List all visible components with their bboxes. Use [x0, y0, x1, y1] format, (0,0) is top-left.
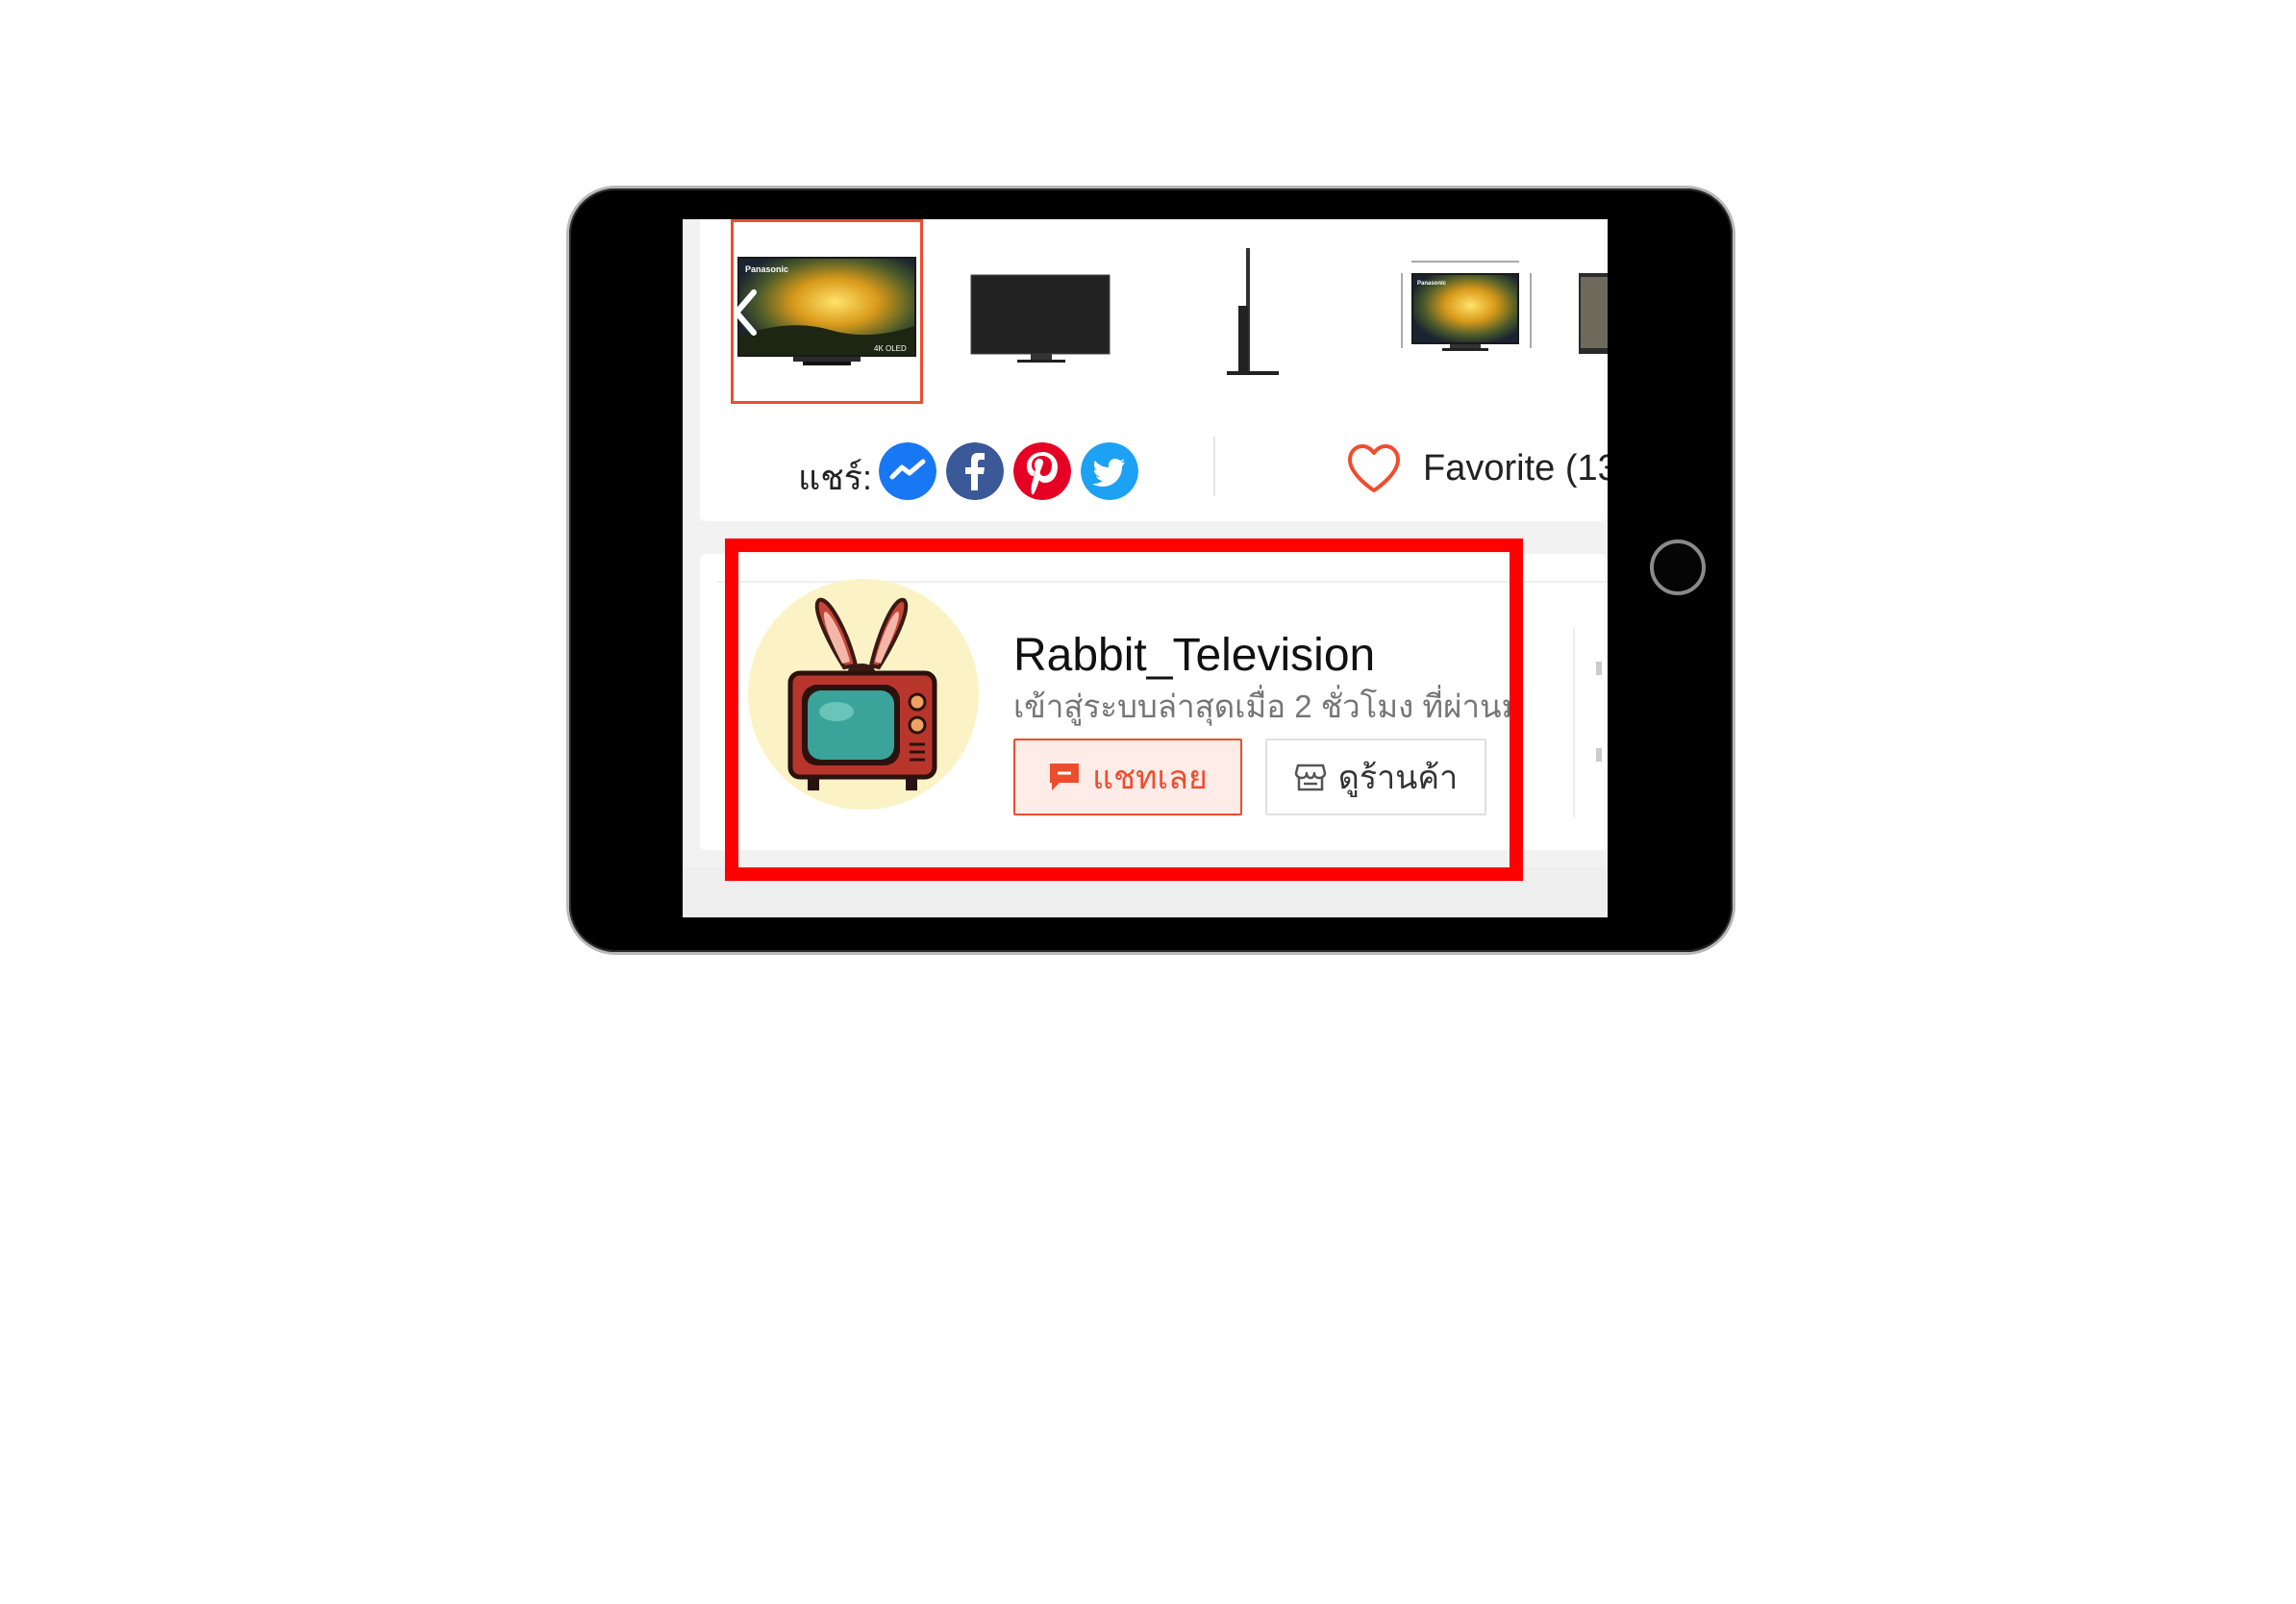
page-bottom-area [683, 867, 1608, 917]
shop-last-active: เข้าสู่ระบบล่าสุดเมื่อ 2 ชั่วโมง ที่ผ่าน… [1013, 689, 1513, 724]
tv-front-image: Panasonic 4K OLED [737, 257, 916, 365]
badge-text: 4K OLED [874, 344, 907, 353]
tv-partial-thumbnail[interactable] [1577, 219, 1608, 404]
facebook-icon[interactable] [946, 442, 1004, 500]
view-shop-button[interactable]: ดูร้านค้า [1265, 739, 1486, 815]
pinterest-icon[interactable] [1013, 442, 1071, 500]
messenger-icon[interactable] [879, 442, 936, 500]
favorite-label[interactable]: Favorite (13 [1423, 448, 1608, 489]
tv-side-image [1227, 248, 1279, 375]
share-row: แชร์: Favorite (13 [683, 433, 1608, 502]
store-icon [1294, 764, 1326, 791]
tv-side-thumbnail[interactable] [1154, 219, 1346, 404]
tv-front-thumbnail[interactable]: Panasonic 4K OLED [731, 219, 923, 404]
shop-stats-divider [1573, 627, 1575, 817]
heart-outline-icon[interactable] [1346, 442, 1402, 494]
tv-partial-image [1579, 273, 1608, 354]
brand-text: Panasonic [1417, 281, 1447, 287]
chat-now-label: แชทเลย [1092, 760, 1208, 796]
chat-now-button[interactable]: แชทเลย [1013, 739, 1242, 815]
tv-back-image [970, 274, 1111, 363]
thumbnail-strip: Panasonic 4K OLED Panasonic [683, 219, 1608, 404]
shop-avatar[interactable] [748, 579, 979, 810]
brand-text: Panasonic [745, 264, 788, 274]
rabbit-tv-logo [787, 597, 937, 790]
tv-dimensions-thumbnail[interactable]: Panasonic [1365, 219, 1558, 404]
tablet-screen: Panasonic 4K OLED Panasonic แชร์: Favori… [683, 219, 1608, 917]
view-shop-label: ดูร้านค้า [1337, 760, 1459, 796]
shop-stats-partial [1596, 662, 1602, 762]
chat-icon [1050, 764, 1080, 790]
tablet-home-button[interactable] [1650, 539, 1706, 595]
page: Panasonic 4K OLED Panasonic แชร์: Favori… [0, 0, 2296, 1604]
chevron-left-icon[interactable] [731, 288, 760, 337]
share-label: แชร์: [798, 458, 872, 497]
tv-back-thumbnail[interactable] [942, 219, 1135, 404]
twitter-icon[interactable] [1081, 442, 1138, 500]
tv-dimensions-image: Panasonic [1401, 261, 1532, 351]
share-divider [1213, 437, 1215, 496]
shop-name[interactable]: Rabbit_Television [1013, 629, 1375, 682]
